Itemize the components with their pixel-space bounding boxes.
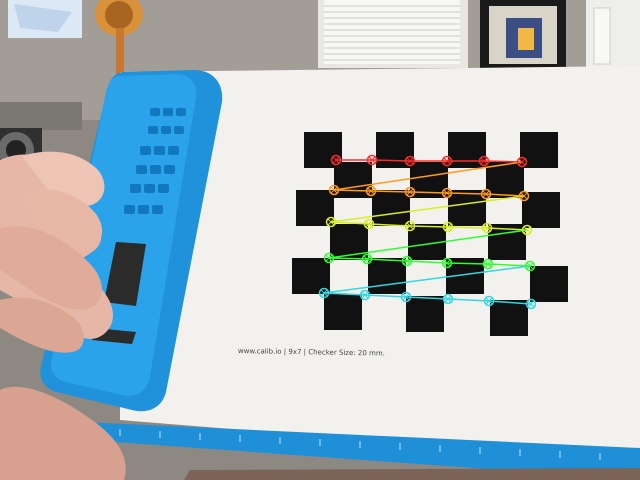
window-blinds — [324, 0, 460, 64]
checkerboard-square — [296, 190, 334, 226]
checkerboard-square — [448, 190, 486, 226]
checkerboard-square — [520, 132, 558, 168]
left-shelf — [0, 102, 82, 130]
checkerboard-square — [530, 266, 568, 302]
checkerboard-square — [324, 294, 362, 330]
checkerboard-square — [490, 300, 528, 336]
checkerboard-square — [486, 162, 524, 198]
checkerboard-square — [368, 258, 406, 294]
scene-illustration — [0, 0, 640, 480]
checkerboard-square — [372, 190, 410, 226]
calibration-photo-scene: www.calib.io | 9x7 | Checker Size: 20 mm… — [0, 0, 640, 480]
checkerboard-square — [406, 296, 444, 332]
